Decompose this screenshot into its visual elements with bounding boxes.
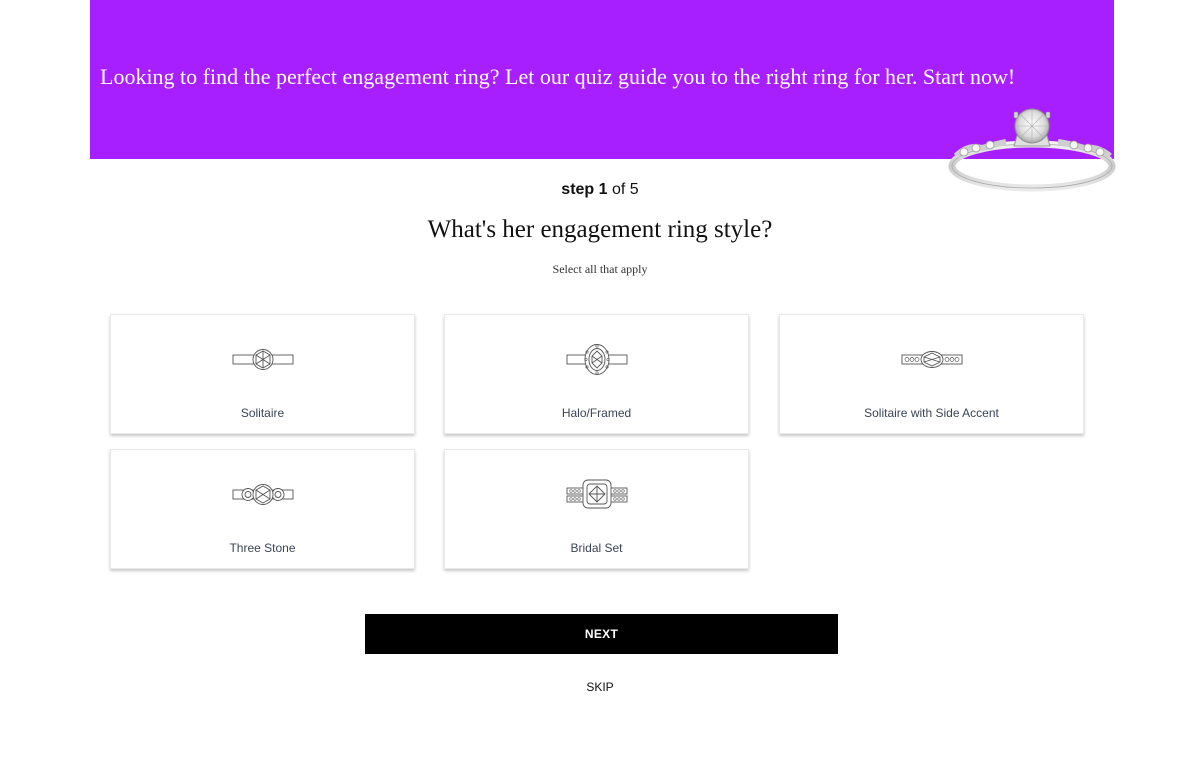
side-accent-ring-icon xyxy=(901,351,962,368)
option-solitaire-side-accent[interactable]: Solitaire with Side Accent xyxy=(779,314,1084,434)
banner-text[interactable]: Looking to find the perfect engagement r… xyxy=(100,64,1015,90)
three-stone-ring-icon xyxy=(232,484,293,505)
option-label: Solitaire xyxy=(240,406,285,420)
option-three-stone[interactable]: Three Stone xyxy=(110,449,415,569)
option-bridal-set[interactable]: Bridal Set xyxy=(444,449,749,569)
step-indicator: step 1 of 5 xyxy=(0,181,1200,199)
solitaire-ring-icon xyxy=(232,349,293,370)
step-word: step xyxy=(561,181,595,198)
quiz-page: Looking to find the perfect engagement r… xyxy=(0,0,1200,776)
question-subtitle: Select all that apply xyxy=(552,262,648,276)
option-label: Three Stone xyxy=(229,541,296,555)
option-label: Bridal Set xyxy=(570,541,623,555)
option-halo-framed[interactable]: Halo/Framed xyxy=(444,314,749,434)
option-label: Solitaire with Side Accent xyxy=(864,406,999,420)
step-current: 1 xyxy=(598,181,608,198)
halo-ring-icon xyxy=(566,344,627,375)
skip-row: SKIP xyxy=(0,680,1200,694)
question-title: What's her engagement ring style? xyxy=(427,216,773,243)
option-solitaire[interactable]: Solitaire xyxy=(110,314,415,434)
next-button[interactable]: NEXT xyxy=(365,614,838,654)
bridal-set-ring-icon xyxy=(566,479,627,509)
option-label: Halo/Framed xyxy=(561,406,632,420)
step-total: of 5 xyxy=(612,181,639,198)
skip-link[interactable]: SKIP xyxy=(586,680,613,694)
